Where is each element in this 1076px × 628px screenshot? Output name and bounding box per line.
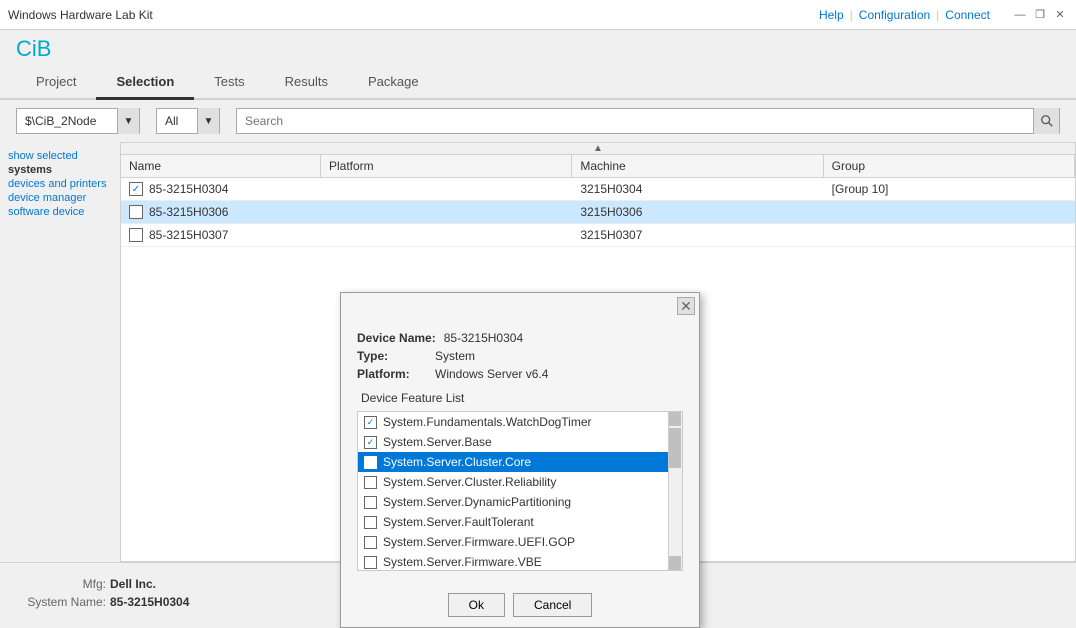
sep1: | [850,8,853,22]
sidebar-item-systems[interactable]: systems [8,164,112,176]
col-name: Name [121,155,321,177]
tab-selection[interactable]: Selection [96,66,194,100]
feature-item[interactable]: System.Server.Firmware.VBE [358,552,682,571]
sidebar-item-device-manager[interactable]: device manager [8,192,112,204]
node-dropdown-arrow[interactable]: ▼ [117,108,139,134]
ok-button[interactable]: Ok [448,593,505,617]
tab-results[interactable]: Results [265,66,348,100]
type-value: System [435,349,475,363]
sidebar: show selected systems devices and printe… [0,142,120,562]
sidebar-item-devices-printers[interactable]: devices and printers [8,178,112,190]
modal-close-button[interactable]: ✕ [677,297,695,315]
tab-project[interactable]: Project [16,66,96,100]
restore-button[interactable]: ❐ [1032,8,1048,22]
feature-checkbox-1[interactable]: ✓ [364,436,377,449]
sidebar-item-software-device[interactable]: software device [8,206,112,218]
row-platform-2 [321,231,572,239]
row-machine-0: 3215H0304 [572,178,823,200]
row-group-1 [824,208,1075,216]
feature-label-4: System.Server.DynamicPartitioning [383,495,571,509]
feature-item[interactable]: ✓ System.Server.Base [358,432,682,452]
row-name-1: 85-3215H0306 [149,205,228,219]
row-name-0: 85-3215H0304 [149,182,228,196]
feature-label-6: System.Server.Firmware.UEFI.GOP [383,535,575,549]
app-title: Windows Hardware Lab Kit [8,8,153,22]
search-input[interactable] [237,109,1033,133]
sort-arrow[interactable]: ▲ [121,143,1075,155]
table-row[interactable]: 85-3215H0304 3215H0304 [Group 10] [121,178,1075,201]
row-platform-0 [321,185,572,193]
minimize-button[interactable]: — [1012,8,1028,22]
connect-link[interactable]: Connect [945,8,990,22]
col-group: Group [824,155,1075,177]
type-label: Type: [357,349,427,363]
filter-dropdown[interactable]: All ▼ [156,108,220,134]
col-platform: Platform [321,155,572,177]
device-feature-modal: ✕ Device Name: 85-3215H0304 Type: System… [340,292,700,628]
feature-label-3: System.Server.Cluster.Reliability [383,475,556,489]
feature-label-7: System.Server.Firmware.VBE [383,555,542,569]
table-row[interactable]: 85-3215H0306 3215H0306 [121,201,1075,224]
row-group-0: [Group 10] [824,178,1075,200]
mfg-value: Dell Inc. [110,577,156,591]
system-name-value: 85-3215H0304 [110,595,189,609]
feature-item[interactable]: System.Server.DynamicPartitioning [358,492,682,512]
feature-item[interactable]: ✓ System.Fundamentals.WatchDogTimer [358,412,682,432]
feature-list-title: Device Feature List [357,391,683,405]
feature-checkbox-2[interactable]: ✓ [364,456,377,469]
feature-label-2: System.Server.Cluster.Core [383,455,531,469]
feature-item[interactable]: System.Server.FaultTolerant [358,512,682,532]
device-name-value: 85-3215H0304 [444,331,523,345]
sidebar-item-show-selected[interactable]: show selected [8,150,112,162]
sep2: | [936,8,939,22]
tab-tests[interactable]: Tests [194,66,264,100]
table-header: Name Platform Machine Group [121,155,1075,178]
feature-checkbox-4[interactable] [364,496,377,509]
feature-label-5: System.Server.FaultTolerant [383,515,534,529]
platform-label: Platform: [357,367,427,381]
search-button[interactable] [1033,108,1059,134]
system-name-label: System Name: [16,595,106,609]
search-icon [1040,114,1054,128]
search-container [236,108,1060,134]
row-platform-1 [321,208,572,216]
feature-label-1: System.Server.Base [383,435,492,449]
feature-checkbox-6[interactable] [364,536,377,549]
device-name-label: Device Name: [357,331,436,345]
row-checkbox-1[interactable] [129,205,143,219]
row-machine-2: 3215H0307 [572,224,823,246]
tab-package[interactable]: Package [348,66,439,100]
platform-value: Windows Server v6.4 [435,367,548,381]
feature-checkbox-7[interactable] [364,556,377,569]
feature-checkbox-5[interactable] [364,516,377,529]
row-group-2 [824,231,1075,239]
node-dropdown[interactable]: $\CiB_2Node ▼ [16,108,140,134]
col-machine: Machine [572,155,823,177]
feature-item[interactable]: System.Server.Cluster.Reliability [358,472,682,492]
row-checkbox-0[interactable] [129,182,143,196]
feature-item[interactable]: ✓ System.Server.Cluster.Core [358,452,682,472]
cancel-button[interactable]: Cancel [513,593,592,617]
row-checkbox-2[interactable] [129,228,143,242]
feature-checkbox-3[interactable] [364,476,377,489]
table-row[interactable]: 85-3215H0307 3215H0307 [121,224,1075,247]
row-machine-1: 3215H0306 [572,201,823,223]
configuration-link[interactable]: Configuration [859,8,930,22]
mfg-label: Mfg: [16,577,106,591]
close-button[interactable]: ✕ [1052,8,1068,22]
feature-list[interactable]: ✓ System.Fundamentals.WatchDogTimer ✓ Sy… [357,411,683,571]
feature-label-0: System.Fundamentals.WatchDogTimer [383,415,592,429]
app-logo: CiB [16,36,51,61]
help-link[interactable]: Help [819,8,844,22]
feature-checkbox-0[interactable]: ✓ [364,416,377,429]
feature-item[interactable]: System.Server.Firmware.UEFI.GOP [358,532,682,552]
filter-dropdown-arrow[interactable]: ▼ [197,108,219,134]
row-name-2: 85-3215H0307 [149,228,228,242]
